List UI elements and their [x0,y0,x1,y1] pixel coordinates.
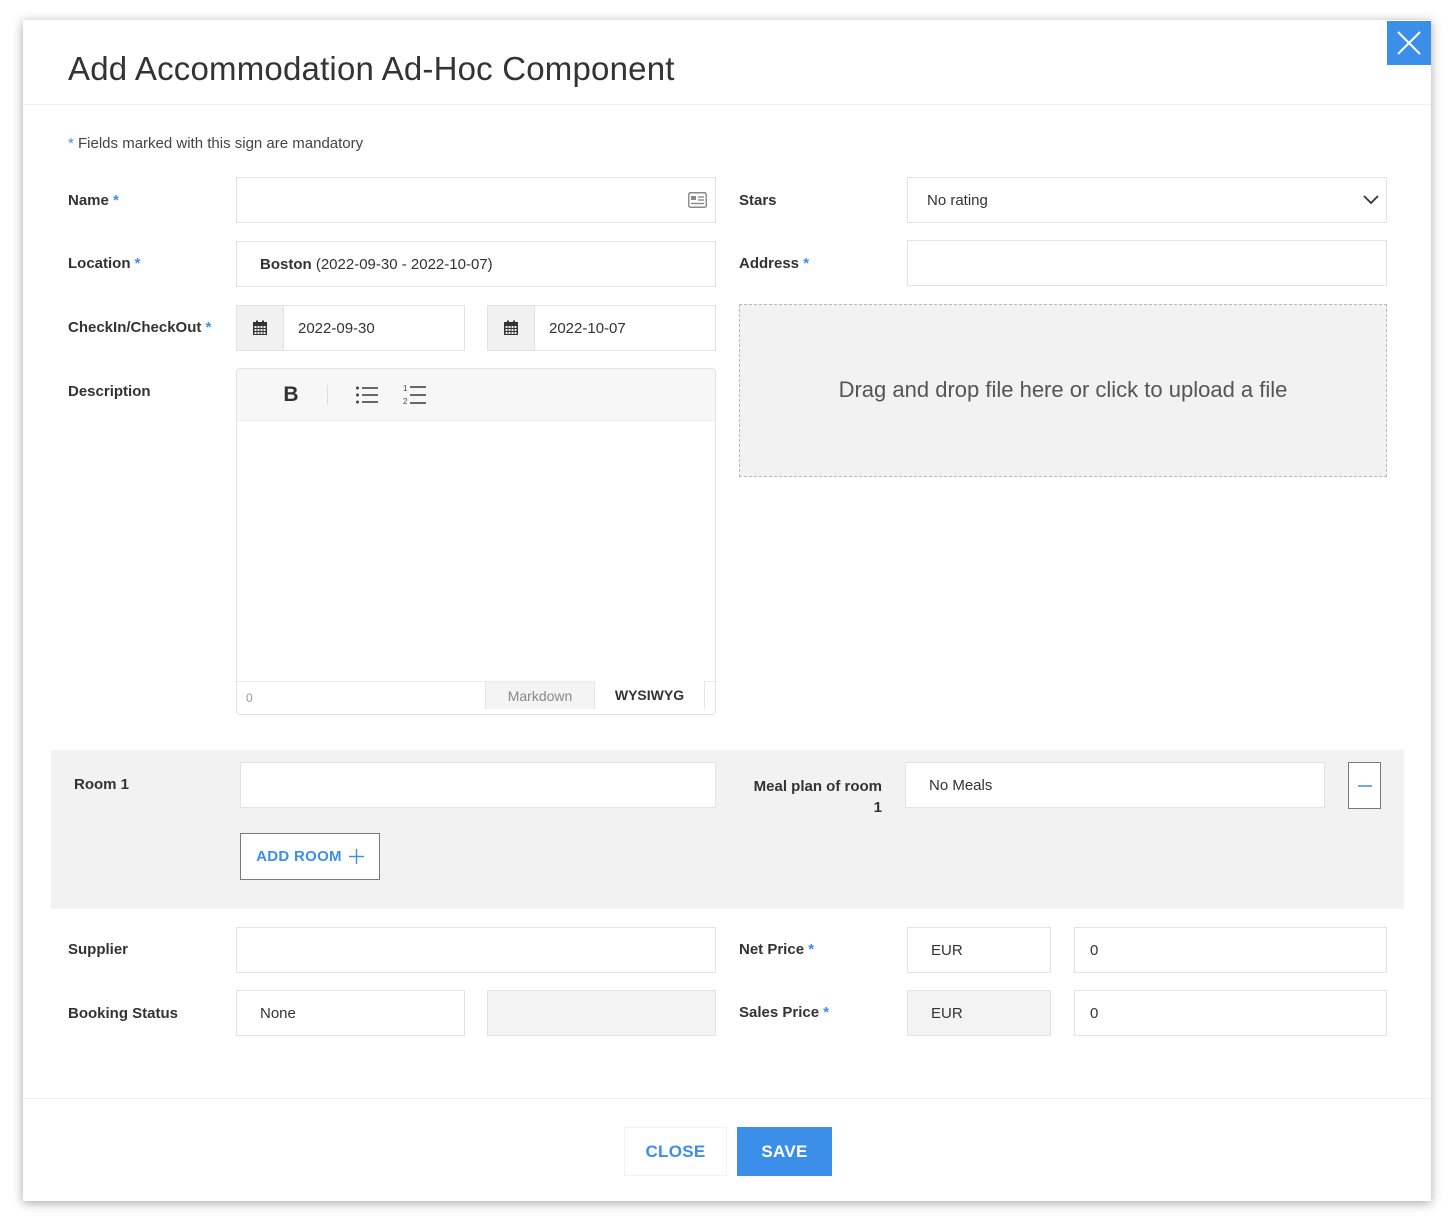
checkout-date-field[interactable]: 2022-10-07 [487,305,716,351]
meal-plan-value: No Meals [929,776,993,794]
booking-status-select[interactable]: None [236,990,465,1036]
net-price-currency[interactable]: EUR [907,927,1051,973]
chevron-down-icon [1363,195,1379,205]
description-editor: B 1 2 0 Markdown WYSIWYG [236,368,716,715]
meal-plan-select[interactable]: No Meals [905,762,1325,808]
mandatory-note-text: Fields marked with this sign are mandato… [78,135,364,152]
address-label: Address * [739,255,810,272]
net-price-amount[interactable] [1074,927,1387,973]
stars-label: Stars [739,192,777,209]
bullet-list-icon [356,386,378,403]
svg-text:1: 1 [403,384,408,393]
dialog-title: Add Accommodation Ad-Hoc Component [68,50,675,87]
editor-toolbar: B 1 2 [237,369,715,421]
room-1-input[interactable] [264,763,715,807]
location-label: Location * [68,255,141,272]
tab-wysiwyg[interactable]: WYSIWYG [595,681,705,709]
location-date-range: (2022-09-30 - 2022-10-07) [315,255,493,273]
stars-select[interactable]: No rating [907,177,1387,223]
bold-icon: B [283,382,299,406]
rooms-section: Room 1 Meal plan of room 1 No Meals ADD … [51,750,1404,909]
description-label: Description [68,383,151,400]
bold-button[interactable]: B [281,383,301,407]
calendar-icon [504,320,518,335]
checkout-calendar-button[interactable] [488,306,535,350]
room-1-label: Room 1 [74,776,130,793]
mandatory-note: * Fields marked with this sign are manda… [68,135,363,152]
net-price-input[interactable] [1090,928,1386,972]
editor-footer: 0 Markdown WYSIWYG [237,681,715,714]
checkin-calendar-button[interactable] [237,306,284,350]
sales-price-input[interactable] [1090,991,1386,1035]
numbered-list-button[interactable]: 1 2 [402,384,428,406]
checkin-checkout-label: CheckIn/CheckOut * [68,319,212,336]
name-field[interactable] [236,177,716,223]
toolbar-divider [327,384,328,405]
booking-status-label: Booking Status [68,1005,179,1022]
booking-status-value: None [260,1004,296,1022]
save-button[interactable]: SAVE [737,1127,832,1176]
name-label: Name * [68,192,119,209]
contact-card-icon [688,192,707,208]
checkin-date-value: 2022-09-30 [298,319,375,337]
address-input[interactable] [931,241,1386,285]
numbered-list-icon: 1 2 [403,384,426,406]
address-field[interactable] [907,240,1387,286]
remove-room-button[interactable] [1348,762,1381,809]
bullet-list-button[interactable] [354,385,380,405]
upload-text: Drag and drop file here or click to uplo… [838,376,1288,402]
meal-plan-label: Meal plan of room 1 [753,778,882,816]
booking-status-extra-field [487,990,716,1036]
stars-select-value: No rating [927,191,988,209]
minus-icon [1357,784,1372,787]
add-room-button[interactable]: ADD ROOM [240,833,380,880]
add-accommodation-modal: Add Accommodation Ad-Hoc Component * Fie… [23,20,1431,1201]
supplier-label: Supplier [68,941,129,958]
name-input[interactable] [260,178,715,222]
tab-markdown[interactable]: Markdown [485,682,595,709]
location-city: Boston [260,255,312,273]
sales-price-amount[interactable] [1074,990,1387,1036]
plus-icon [348,849,364,864]
close-button[interactable]: CLOSE [624,1127,727,1176]
dialog-header: Add Accommodation Ad-Hoc Component [23,20,1431,105]
supplier-input[interactable] [260,928,715,972]
footer-divider [23,1098,1431,1099]
room-1-field[interactable] [240,762,716,808]
mandatory-star: * [68,135,74,152]
editor-content-area[interactable] [237,421,715,681]
sales-price-currency: EUR [907,990,1051,1036]
location-field[interactable]: Boston (2022-09-30 - 2022-10-07) [236,241,716,287]
file-upload-dropzone[interactable]: Drag and drop file here or click to uplo… [739,304,1387,477]
add-room-label: ADD ROOM [256,848,342,865]
sales-price-label: Sales Price * [739,1004,830,1021]
svg-text:2: 2 [403,397,408,406]
checkin-date-field[interactable]: 2022-09-30 [236,305,465,351]
supplier-field[interactable] [236,927,716,973]
calendar-icon [253,320,267,335]
net-price-label: Net Price * [739,941,815,958]
char-count: 0 [246,691,253,705]
checkout-date-value: 2022-10-07 [549,319,626,337]
